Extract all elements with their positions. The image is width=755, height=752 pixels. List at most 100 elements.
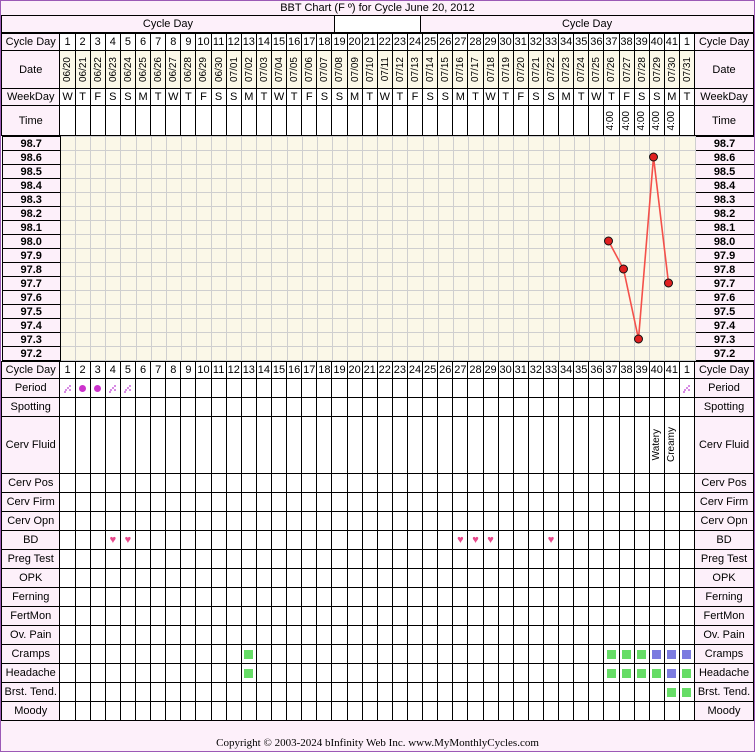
temperature-grid-cell[interactable]: [347, 220, 364, 235]
cell-period[interactable]: [542, 378, 560, 398]
cell-cerv_firm[interactable]: [422, 492, 439, 512]
temperature-grid-cell[interactable]: [588, 192, 605, 207]
temperature-grid-cell[interactable]: [634, 192, 651, 207]
temperature-grid-cell[interactable]: [301, 206, 318, 221]
cell-spotting[interactable]: [74, 397, 91, 417]
cell-cerv_fluid[interactable]: [210, 416, 227, 474]
temperature-grid-cell[interactable]: [603, 192, 621, 207]
temperature-grid-cell[interactable]: [377, 262, 394, 277]
temperature-grid-cell[interactable]: [528, 290, 545, 305]
time-cell[interactable]: [316, 105, 333, 136]
temperature-grid-cell[interactable]: [59, 220, 77, 235]
cell-bd[interactable]: [648, 530, 665, 550]
temperature-grid-cell[interactable]: [573, 164, 590, 179]
cell-cerv_fluid[interactable]: [558, 416, 575, 474]
temperature-grid-cell[interactable]: [588, 206, 605, 221]
temperature-grid-cell[interactable]: [437, 234, 454, 249]
temperature-grid-cell[interactable]: [301, 220, 318, 235]
cell-moody[interactable]: [542, 701, 560, 721]
temperature-grid-cell[interactable]: [90, 206, 107, 221]
temperature-grid-cell[interactable]: [437, 318, 454, 333]
cell-ferning[interactable]: [588, 587, 605, 607]
temperature-grid-cell[interactable]: [543, 332, 560, 347]
temperature-grid-cell[interactable]: [649, 220, 666, 235]
cell-cerv_pos[interactable]: [270, 473, 288, 493]
cell-cramps[interactable]: [558, 644, 575, 664]
cell-opk[interactable]: [74, 568, 91, 588]
temperature-grid-cell[interactable]: [467, 318, 485, 333]
time-cell[interactable]: [180, 105, 197, 136]
cell-moody[interactable]: [467, 701, 484, 721]
temperature-grid-cell[interactable]: [75, 192, 92, 207]
cell-opk[interactable]: [255, 568, 272, 588]
cell-cerv_opn[interactable]: [361, 511, 378, 531]
temperature-grid-cell[interactable]: [286, 346, 303, 361]
temperature-grid-cell[interactable]: [226, 192, 243, 207]
temperature-grid-cell[interactable]: [498, 332, 515, 347]
temperature-grid-cell[interactable]: [558, 136, 575, 151]
temperature-grid-cell[interactable]: [135, 206, 152, 221]
temperature-grid-cell[interactable]: [165, 206, 182, 221]
temperature-grid-cell[interactable]: [422, 164, 439, 179]
temperature-grid-cell[interactable]: [211, 164, 228, 179]
temperature-grid-cell[interactable]: [271, 304, 288, 319]
temperature-grid-cell[interactable]: [422, 318, 439, 333]
cell-cerv_opn[interactable]: [210, 511, 227, 531]
cell-period[interactable]: [648, 378, 665, 398]
temperature-grid-cell[interactable]: [664, 178, 681, 193]
temperature-grid-cell[interactable]: [90, 332, 107, 347]
temperature-grid-cell[interactable]: [331, 234, 349, 249]
cell-spotting[interactable]: [376, 397, 393, 417]
temperature-grid-cell[interactable]: [241, 346, 258, 361]
temperature-grid-cell[interactable]: [437, 150, 454, 165]
cell-opk[interactable]: [195, 568, 212, 588]
cell-cerv_fluid[interactable]: [512, 416, 529, 474]
cell-cramps[interactable]: [165, 644, 182, 664]
temperature-grid-cell[interactable]: [649, 150, 666, 165]
cell-cerv_fluid[interactable]: [346, 416, 363, 474]
cell-ferning[interactable]: [165, 587, 182, 607]
cell-cerv_opn[interactable]: [558, 511, 575, 531]
cell-cerv_pos[interactable]: [104, 473, 121, 493]
cell-headache[interactable]: [119, 663, 137, 683]
temperature-grid-cell[interactable]: [528, 164, 545, 179]
temperature-grid-cell[interactable]: [452, 150, 469, 165]
temperature-grid-cell[interactable]: [286, 276, 303, 291]
cell-preg_test[interactable]: [497, 549, 514, 569]
temperature-grid-cell[interactable]: [271, 206, 288, 221]
cell-period[interactable]: [210, 378, 227, 398]
time-cell[interactable]: [240, 105, 257, 136]
cell-cerv_pos[interactable]: [542, 473, 560, 493]
temperature-grid-cell[interactable]: [316, 290, 333, 305]
temperature-grid-cell[interactable]: [377, 206, 394, 221]
temperature-grid-cell[interactable]: [120, 220, 137, 235]
cell-period[interactable]: [361, 378, 378, 398]
cell-ferning[interactable]: [663, 587, 680, 607]
cell-cerv_fluid[interactable]: [603, 416, 620, 474]
temperature-grid-cell[interactable]: [165, 248, 182, 263]
cell-moody[interactable]: [331, 701, 348, 721]
temperature-grid-cell[interactable]: [135, 290, 152, 305]
cell-period[interactable]: [588, 378, 605, 398]
temperature-grid-cell[interactable]: [286, 220, 303, 235]
cell-cerv_pos[interactable]: [573, 473, 590, 493]
cell-preg_test[interactable]: [210, 549, 227, 569]
cell-ov_pain[interactable]: [678, 625, 696, 645]
cell-cerv_opn[interactable]: [437, 511, 454, 531]
cell-bd[interactable]: [512, 530, 529, 550]
temperature-grid-cell[interactable]: [59, 136, 77, 151]
temperature-grid-cell[interactable]: [271, 346, 288, 361]
cell-bd[interactable]: ♥: [467, 530, 484, 550]
temperature-grid-cell[interactable]: [483, 318, 500, 333]
temperature-grid-cell[interactable]: [331, 164, 349, 179]
cell-cerv_firm[interactable]: [210, 492, 227, 512]
cell-cerv_pos[interactable]: [225, 473, 242, 493]
cell-bd[interactable]: [603, 530, 620, 550]
temperature-grid-cell[interactable]: [588, 164, 605, 179]
temperature-grid-cell[interactable]: [75, 318, 92, 333]
cell-period[interactable]: [119, 378, 137, 398]
temperature-grid-cell[interactable]: [256, 248, 273, 263]
temperature-grid-cell[interactable]: [377, 332, 394, 347]
temperature-grid-cell[interactable]: [256, 206, 273, 221]
cell-headache[interactable]: [180, 663, 197, 683]
